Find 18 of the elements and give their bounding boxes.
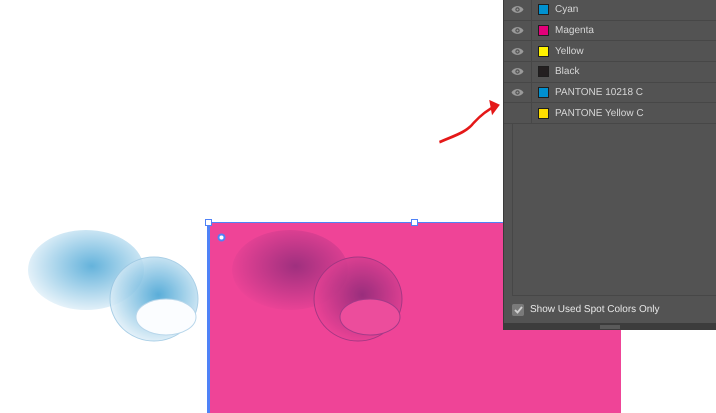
resize-grip-icon[interactable] xyxy=(600,324,620,328)
selection-handle[interactable] xyxy=(205,219,212,226)
separation-name[interactable]: PANTONE Yellow C xyxy=(555,106,644,121)
arrow-annotation xyxy=(438,98,502,146)
selection-handle[interactable] xyxy=(411,219,418,226)
eye-icon[interactable] xyxy=(511,5,524,14)
separation-name[interactable]: Black xyxy=(555,64,580,80)
eye-icon[interactable] xyxy=(511,67,524,76)
separation-name[interactable]: Magenta xyxy=(555,23,594,38)
separation-name[interactable]: PANTONE 10218 C xyxy=(555,85,644,100)
content-grabber-icon[interactable] xyxy=(217,233,226,242)
checkbox[interactable] xyxy=(512,304,524,316)
eye-icon[interactable] xyxy=(511,26,524,36)
eye-icon[interactable] xyxy=(511,88,524,98)
eye-icon[interactable] xyxy=(511,46,524,56)
separation-name[interactable]: Cyan xyxy=(555,2,578,18)
checkbox-label: Show Used Spot Colors Only xyxy=(530,303,660,317)
separation-name[interactable]: Yellow xyxy=(555,44,584,59)
